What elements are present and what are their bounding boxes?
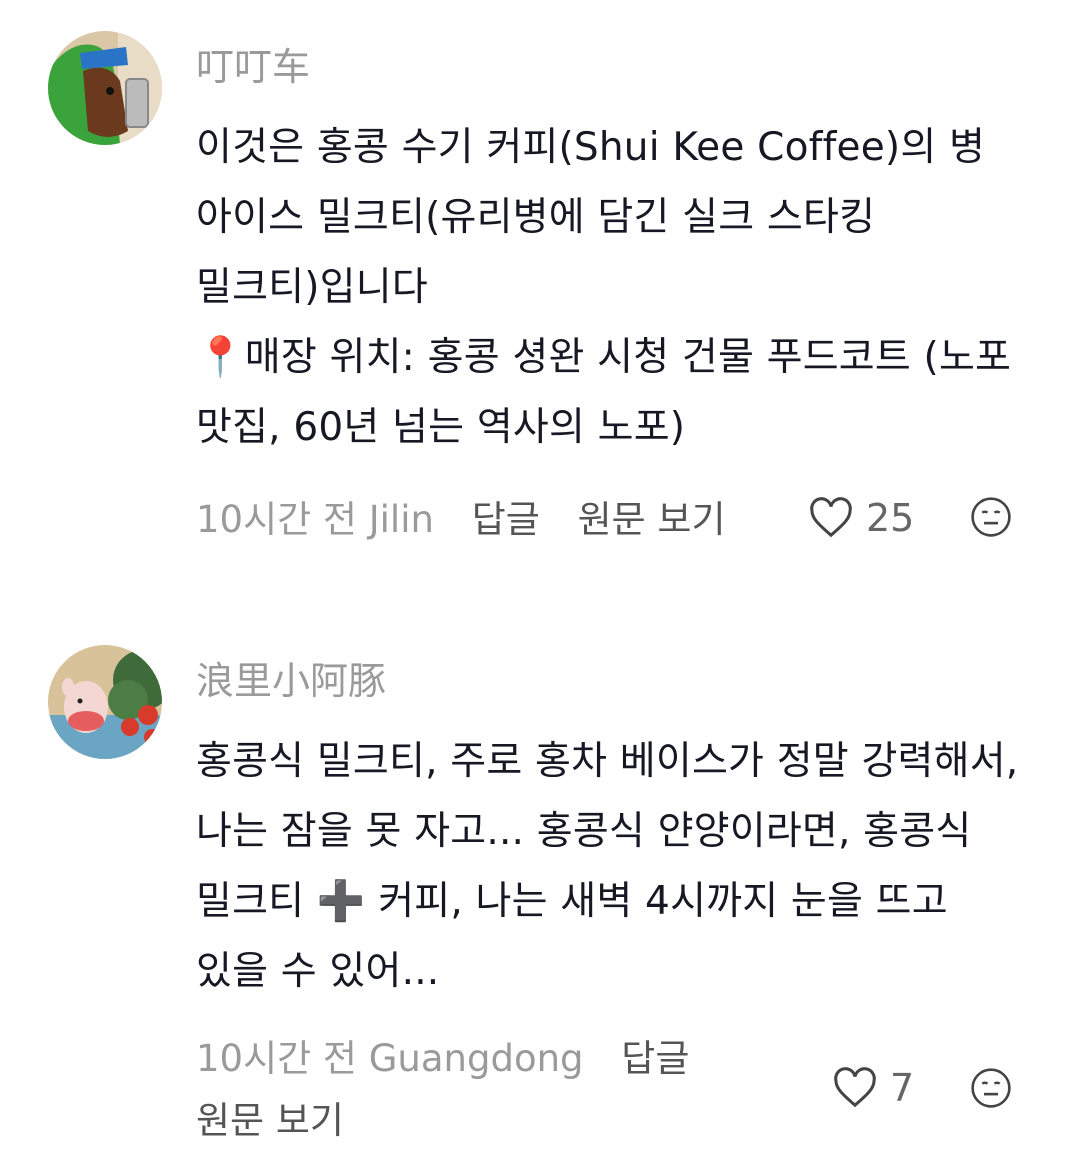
- like-button[interactable]: 25: [808, 495, 914, 541]
- comment-meta: 10시간 전 Guangdong 답글: [196, 1036, 689, 1082]
- comment-username[interactable]: 叮叮车: [196, 44, 310, 90]
- like-count: 25: [866, 496, 915, 540]
- heart-icon: [810, 497, 852, 538]
- like-button[interactable]: 7: [832, 1065, 914, 1111]
- dislike-button[interactable]: [970, 496, 1012, 542]
- reply-button[interactable]: 답글: [472, 498, 540, 541]
- comment-location: Jilin: [368, 498, 434, 541]
- comment-text: 이것은 홍콩 수기 커피(Shui Kee Coffee)의 병 아이스 밀크티…: [196, 125, 1012, 450]
- comment-text: 홍콩식 밀크티, 주로 홍차 베이스가 정말 강력해서, 나는 잠을 못 자고.…: [196, 739, 1019, 994]
- comment-time: 10시간 전: [196, 498, 357, 541]
- view-original-button[interactable]: 원문 보기: [196, 1098, 344, 1144]
- reply-button[interactable]: 답글: [621, 1037, 689, 1080]
- dislike-button[interactable]: [970, 1067, 1012, 1113]
- like-count: 7: [890, 1066, 915, 1110]
- user-avatar[interactable]: [48, 31, 162, 145]
- comment-time: 10시간 전: [196, 1037, 357, 1080]
- heart-icon: [834, 1067, 876, 1108]
- neutral-face-icon: [971, 1068, 1011, 1108]
- neutral-face-icon: [971, 497, 1011, 537]
- comment-location: Guangdong: [368, 1037, 584, 1080]
- user-avatar[interactable]: [48, 645, 162, 759]
- comment-username[interactable]: 浪里小阿豚: [196, 658, 386, 704]
- view-original-button[interactable]: 원문 보기: [578, 498, 726, 541]
- comment-meta: 10시간 전 Jilin 답글 원문 보기: [196, 497, 725, 543]
